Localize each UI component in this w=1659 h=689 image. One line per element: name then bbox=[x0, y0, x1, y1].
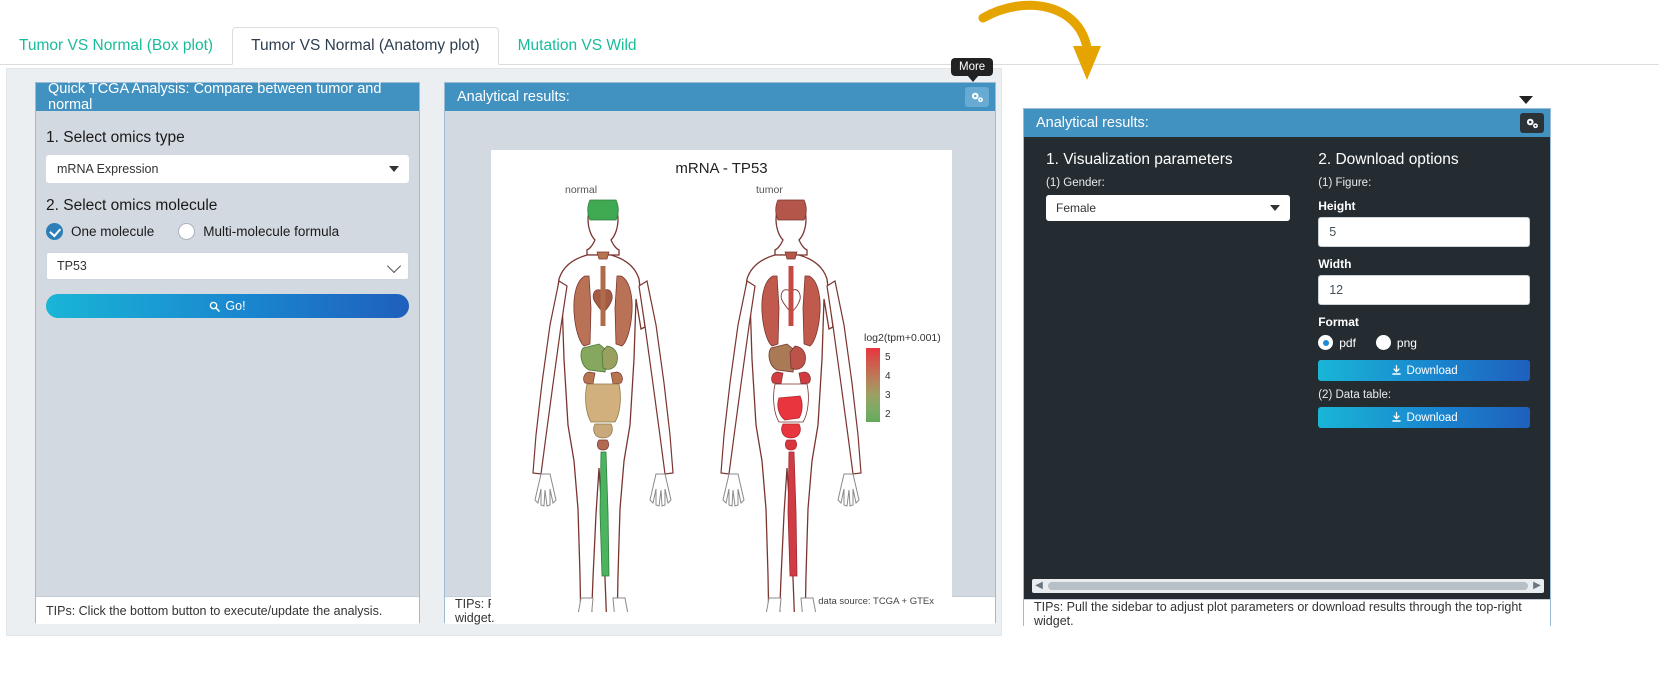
figure-normal bbox=[532, 199, 674, 612]
omics-type-select-wrap: mRNA Expression bbox=[46, 155, 409, 183]
step1-label: 1. Select omics type bbox=[46, 129, 185, 146]
width-label: Width bbox=[1318, 257, 1352, 271]
scroll-left-arrow-icon[interactable]: ◀ bbox=[1032, 581, 1046, 591]
tab-tumor-vs-normal-anatomy[interactable]: Tumor VS Normal (Anatomy plot) bbox=[232, 26, 499, 65]
mid-card-body: mRNA - TP53 normal tumor log2(tpm+0.001)… bbox=[445, 111, 995, 612]
gears-icon bbox=[971, 92, 983, 102]
datatable-label: (2) Data table: bbox=[1318, 389, 1392, 401]
tab-bar: Tumor VS Normal (Box plot) Tumor VS Norm… bbox=[0, 22, 1659, 65]
omics-type-select[interactable]: mRNA Expression bbox=[46, 155, 409, 183]
radio-format-png-label[interactable]: png bbox=[1397, 336, 1417, 350]
gender-label: (1) Gender: bbox=[1046, 177, 1105, 189]
legend-tick-2: 2 bbox=[885, 409, 891, 420]
height-label: Height bbox=[1318, 199, 1356, 213]
legend-title: log2(tpm+0.001) bbox=[864, 332, 941, 344]
anatomy-plot[interactable]: mRNA - TP53 normal tumor log2(tpm+0.001)… bbox=[491, 150, 952, 612]
gender-select[interactable]: Female bbox=[1046, 195, 1291, 221]
download-table-button[interactable]: Download bbox=[1318, 407, 1530, 428]
format-radio-group: pdf png bbox=[1318, 335, 1530, 350]
height-value: 5 bbox=[1329, 225, 1337, 239]
sidebar-tooltip-caret-icon bbox=[1519, 96, 1533, 104]
analytical-results-card: Analytical results: mRNA - TP53 normal t… bbox=[444, 82, 996, 625]
molecule-select-wrap: TP53 bbox=[46, 252, 409, 280]
molecule-select[interactable]: TP53 bbox=[46, 252, 409, 280]
download-figure-label: Download bbox=[1406, 364, 1458, 377]
molecule-value: TP53 bbox=[57, 259, 87, 273]
right-card-settings-button[interactable] bbox=[1520, 113, 1544, 133]
omics-type-value: mRNA Expression bbox=[57, 162, 159, 176]
download-figure-button[interactable]: Download bbox=[1318, 360, 1530, 381]
radio-multi-molecule-label[interactable]: Multi-molecule formula bbox=[203, 224, 339, 239]
plot-source-note: data source: TCGA + GTEx bbox=[818, 596, 934, 607]
download-icon bbox=[1391, 412, 1401, 422]
radio-one-molecule[interactable] bbox=[46, 223, 63, 240]
width-input[interactable]: 12 bbox=[1318, 275, 1530, 305]
mid-card-title: Analytical results: bbox=[457, 89, 570, 105]
right-card-footer: TIPs: Pull the sidebar to adjust plot pa… bbox=[1024, 599, 1550, 628]
sidebar-panel: 1. Visualization parameters (1) Gender: … bbox=[1032, 137, 1544, 585]
width-value: 12 bbox=[1329, 283, 1344, 297]
sidebar-columns: 1. Visualization parameters (1) Gender: … bbox=[1032, 151, 1544, 428]
download-icon bbox=[1391, 365, 1401, 375]
download-options-title: 2. Download options bbox=[1318, 151, 1459, 168]
download-options-column: 2. Download options (1) Figure: Height 5… bbox=[1304, 151, 1544, 428]
legend-colorbar bbox=[866, 348, 880, 422]
radio-format-pdf-label[interactable]: pdf bbox=[1339, 336, 1356, 350]
radio-format-png[interactable] bbox=[1375, 335, 1391, 350]
mid-card-header: Analytical results: bbox=[445, 83, 995, 111]
gender-value: Female bbox=[1056, 201, 1097, 215]
sidebar-horizontal-scrollbar[interactable]: ◀ ▶ bbox=[1032, 579, 1544, 593]
go-button-label: Go! bbox=[225, 299, 246, 313]
radio-multi-molecule[interactable] bbox=[178, 223, 196, 240]
tab-tumor-vs-normal-box[interactable]: Tumor VS Normal (Box plot) bbox=[0, 27, 232, 64]
curved-arrow-annotation bbox=[978, 0, 1101, 80]
visualization-parameters-title: 1. Visualization parameters bbox=[1046, 151, 1233, 168]
step2-label: 2. Select omics molecule bbox=[46, 197, 218, 214]
quick-tcga-analysis-card: Quick TCGA Analysis: Compare between tum… bbox=[35, 81, 420, 624]
right-card-title: Analytical results: bbox=[1036, 115, 1149, 131]
format-label: Format bbox=[1318, 315, 1359, 329]
scrollbar-thumb[interactable] bbox=[1048, 582, 1528, 590]
gears-icon bbox=[1526, 118, 1538, 128]
legend-tick-4: 4 bbox=[885, 371, 891, 382]
legend-tick-3: 3 bbox=[885, 390, 891, 401]
visualization-parameters-column: 1. Visualization parameters (1) Gender: … bbox=[1032, 151, 1304, 428]
scroll-right-arrow-icon[interactable]: ▶ bbox=[1530, 581, 1544, 591]
molecule-mode-radio-group: One molecule Multi-molecule formula bbox=[46, 223, 409, 240]
left-card-title: Quick TCGA Analysis: Compare between tum… bbox=[48, 81, 382, 113]
download-table-label: Download bbox=[1406, 411, 1458, 424]
figure-label: (1) Figure: bbox=[1318, 177, 1372, 189]
radio-format-pdf[interactable] bbox=[1318, 335, 1334, 350]
left-card-footer: TIPs: Click the bottom button to execute… bbox=[36, 596, 419, 624]
right-card-body: 1. Visualization parameters (1) Gender: … bbox=[1024, 137, 1550, 599]
analytical-results-sidebar-card: Analytical results: 1. Visualization par… bbox=[1023, 108, 1551, 628]
anatomy-figures bbox=[532, 199, 862, 612]
radio-one-molecule-label[interactable]: One molecule bbox=[71, 224, 154, 239]
tab-mutation-vs-wild[interactable]: Mutation VS Wild bbox=[499, 27, 656, 64]
right-card-header: Analytical results: bbox=[1024, 109, 1550, 137]
left-card-header: Quick TCGA Analysis: Compare between tum… bbox=[36, 81, 419, 113]
height-input[interactable]: 5 bbox=[1318, 217, 1530, 247]
search-icon bbox=[210, 301, 221, 312]
chevron-down-icon bbox=[1270, 205, 1281, 211]
go-button[interactable]: Go! bbox=[46, 294, 409, 318]
chevron-down-icon bbox=[389, 166, 399, 172]
left-card-body: 1. Select omics type mRNA Expression 2. … bbox=[36, 111, 419, 596]
figure-tumor bbox=[720, 199, 862, 612]
right-card-footer-text: TIPs: Pull the sidebar to adjust plot pa… bbox=[1034, 599, 1522, 628]
legend-tick-5: 5 bbox=[885, 352, 891, 363]
left-card-footer-text: TIPs: Click the bottom button to execute… bbox=[46, 603, 383, 618]
